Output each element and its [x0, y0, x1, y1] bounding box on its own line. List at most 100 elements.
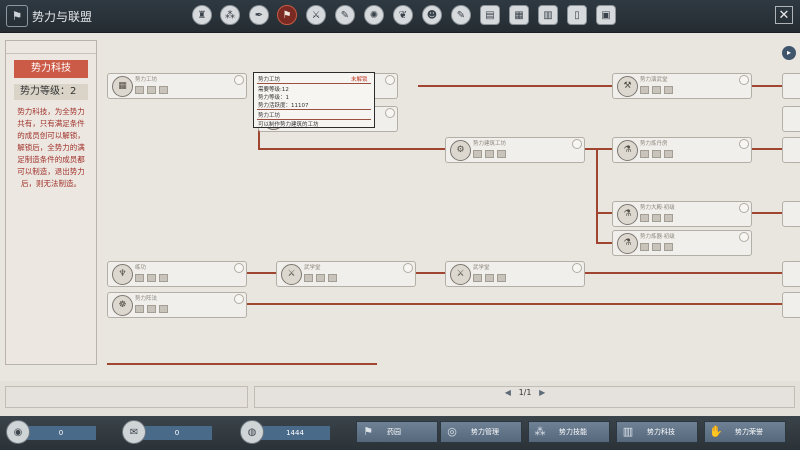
material-thumb [159, 274, 168, 282]
title-bar: ⚑ 势力与联盟 ♜ ⁂ ✒ ⚑ ⚔ ✎ ✺ ❦ ☻ ✎ ▤ ▦ ▥ ▯ ▣ ✕ [0, 0, 800, 33]
btn-faction-shop[interactable]: ⚑ 药园 [356, 421, 438, 443]
btn-faction-skill-icon: ⁂ [534, 425, 546, 438]
gold-ingots-value: 1444 [260, 426, 330, 440]
tech-node-offscreen[interactable] [782, 73, 800, 99]
window-title: 势力与联盟 [32, 10, 93, 24]
material-thumb [497, 274, 506, 282]
quest-icon[interactable]: ✎ [335, 5, 355, 25]
btn-faction-honor-icon: ✋ [709, 425, 723, 438]
tech-node-offscreen[interactable] [782, 201, 800, 227]
node-status-circle [739, 232, 749, 242]
tech-node-offscreen[interactable] [782, 261, 800, 287]
compass-icon[interactable]: ✺ [364, 5, 384, 25]
scroll-icon[interactable]: ✒ [249, 5, 269, 25]
tech-node-name: 势力炼器·初级 [640, 234, 675, 240]
btn-member-manage[interactable]: ◎ 势力管理 [440, 421, 522, 443]
tech-node-name: 势力阵法 [135, 296, 158, 302]
material-thumb [497, 150, 506, 158]
tech-node-offscreen[interactable] [782, 106, 800, 132]
material-thumb [473, 150, 482, 158]
bottom-info-strip [5, 386, 795, 408]
tooltip-section: 势力工坊 [258, 113, 281, 119]
material-thumb [664, 243, 673, 251]
material-thumb [640, 214, 649, 222]
tech-node-name: 武学堂 [304, 265, 321, 271]
map-icon[interactable]: ▦ [509, 5, 529, 25]
btn-member-manage-icon: ◎ [447, 425, 457, 438]
tooltip-effect: 可以制作势力建筑的工坊 [258, 122, 319, 128]
material-thumb [640, 86, 649, 94]
node-status-circle [234, 75, 244, 85]
tech-node-offscreen[interactable] [782, 292, 800, 318]
page-indicator: 1/1 [518, 388, 532, 397]
bottom-left-box [5, 386, 248, 408]
node-status-circle [385, 108, 395, 118]
material-thumb [147, 305, 156, 313]
tech-node-icon: ☸ [112, 295, 133, 316]
character-icon[interactable]: ♜ [192, 5, 212, 25]
material-thumb [135, 274, 144, 282]
tech-node-offscreen[interactable] [782, 137, 800, 163]
sword-icon[interactable]: ⚔ [306, 5, 326, 25]
node-status-circle [739, 75, 749, 85]
tech-node[interactable]: ⚙ 势力建筑工坊 [445, 137, 585, 163]
material-thumb [640, 150, 649, 158]
feather-icon[interactable]: ✎ [451, 5, 471, 25]
tech-node-name: 武学堂 [473, 265, 490, 271]
tech-node[interactable]: ☸ 势力阵法 [107, 292, 247, 318]
material-thumb [159, 86, 168, 94]
tech-node-name: 练功 [135, 265, 147, 271]
tech-node[interactable]: ⚒ 势力演武堂 [612, 73, 752, 99]
network-icon[interactable]: ⁂ [220, 5, 240, 25]
mask-icon[interactable]: ☻ [422, 5, 442, 25]
material-thumb [316, 274, 325, 282]
tech-node[interactable]: ⚗ 势力炼器·初级 [612, 230, 752, 256]
tech-node-icon: ⚗ [617, 233, 638, 254]
tech-node-icon: ♆ [112, 264, 133, 285]
tech-node-icon: ▦ [112, 76, 133, 97]
material-thumb [485, 274, 494, 282]
pager: ◀ 1/1 ▶ [490, 388, 560, 397]
close-button[interactable]: ✕ [775, 6, 793, 24]
contribution-value: 0 [142, 426, 212, 440]
node-status-circle [739, 203, 749, 213]
scroll-right-button[interactable]: ▸ [782, 46, 796, 60]
next-page-button[interactable]: ▶ [539, 388, 545, 397]
material-thumb [135, 305, 144, 313]
book-icon[interactable]: ▥ [538, 5, 558, 25]
prev-page-button[interactable]: ◀ [505, 388, 511, 397]
album-icon[interactable]: ▤ [480, 5, 500, 25]
node-status-circle [403, 263, 413, 273]
tech-node[interactable]: ⚗ 势力大殿·初级 [612, 201, 752, 227]
material-thumb [147, 86, 156, 94]
btn-member-manage-label: 势力管理 [471, 428, 499, 436]
phone-icon[interactable]: ▯ [567, 5, 587, 25]
material-thumb [652, 86, 661, 94]
bird-icon[interactable]: ❦ [393, 5, 413, 25]
btn-faction-tech-label: 势力科技 [647, 428, 675, 436]
btn-faction-tech[interactable]: ▥ 势力科技 [616, 421, 698, 443]
tooltip-faction-level: 势力等级：1 [258, 95, 289, 101]
tech-node-icon: ⚗ [617, 140, 638, 161]
material-thumb [664, 214, 673, 222]
faction-icon[interactable]: ⚑ [277, 5, 297, 25]
tech-node[interactable]: ⚔ 武学堂 [445, 261, 585, 287]
tooltip-status: 未解锁 [351, 77, 368, 83]
material-thumb [640, 243, 649, 251]
tech-node[interactable]: ▦ 势力工坊 [107, 73, 247, 99]
node-status-circle [572, 139, 582, 149]
btn-faction-honor[interactable]: ✋ 势力荣誉 [704, 421, 786, 443]
tech-node[interactable]: ⚔ 武学堂 [276, 261, 416, 287]
node-status-circle [234, 263, 244, 273]
btn-faction-honor-label: 势力荣誉 [735, 428, 763, 436]
tech-tooltip: 势力工坊 未解锁 需要等级:12 势力等级：1 势力活跃度：11107 势力工坊… [253, 72, 375, 128]
silver-coins-icon: ◉ [6, 420, 30, 444]
tech-node[interactable]: ⚗ 势力炼丹房 [612, 137, 752, 163]
btn-faction-skill[interactable]: ⁂ 势力技能 [528, 421, 610, 443]
gallery-icon[interactable]: ▣ [596, 5, 616, 25]
tooltip-name: 势力工坊 [258, 77, 281, 83]
btn-faction-shop-icon: ⚑ [363, 425, 373, 438]
tooltip-req-level: 需要等级:12 [258, 87, 289, 93]
tech-node[interactable]: ♆ 练功 [107, 261, 247, 287]
tech-node-icon: ⚔ [281, 264, 302, 285]
